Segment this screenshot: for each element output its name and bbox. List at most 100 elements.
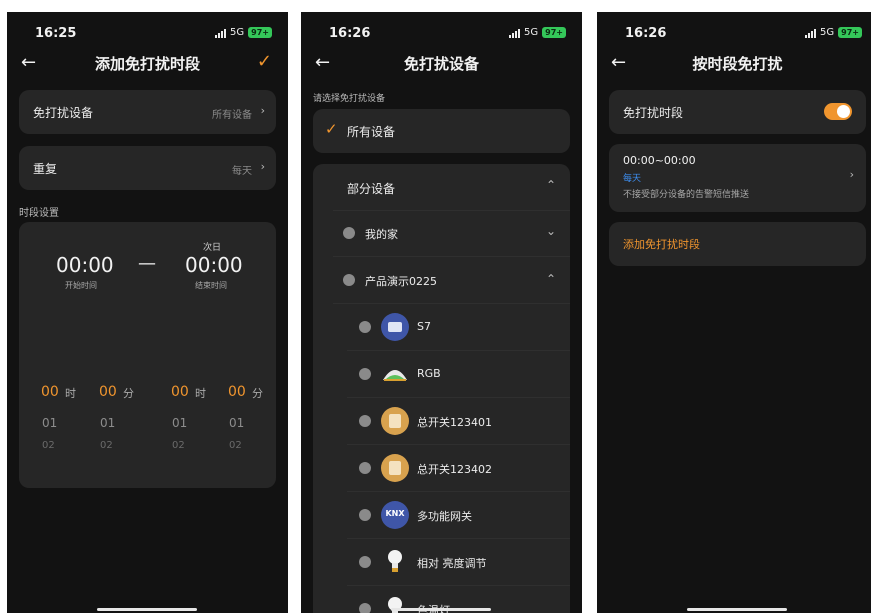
check-icon: ✓ <box>325 120 338 138</box>
time-dash: — <box>138 253 156 274</box>
partial-devices-label: 部分设备 <box>347 182 396 196</box>
dnd-device-row[interactable]: 免打扰设备 所有设备 › <box>19 90 276 134</box>
end-time[interactable]: 00:00 <box>185 253 243 277</box>
radio-icon[interactable] <box>359 603 371 613</box>
device-row-switch-123402[interactable]: 总开关123402 <box>313 445 570 491</box>
radio-icon[interactable] <box>359 415 371 427</box>
home-indicator <box>687 608 787 611</box>
picker-option[interactable]: 02 <box>42 440 55 451</box>
group-label: 我的家 <box>365 228 398 241</box>
status-time: 16:25 <box>35 26 77 41</box>
nav-bar: ← 免打扰设备 <box>301 52 582 76</box>
chevron-up-icon[interactable]: ⌃ <box>546 272 556 286</box>
battery-icon: 97+ <box>248 27 272 38</box>
device-label: RGB <box>417 367 441 380</box>
picker-start-hour[interactable]: 00 <box>41 384 59 400</box>
device-row-rgb[interactable]: RGB <box>313 351 570 397</box>
period-time: 00:00~00:00 <box>623 154 696 167</box>
all-devices-label: 所有设备 <box>347 125 396 139</box>
device-label: S7 <box>417 320 431 333</box>
device-label: 多功能网关 <box>417 510 472 523</box>
next-day-label: 次日 <box>203 243 222 253</box>
status-bar: 16:26 5G 97+ <box>597 26 871 42</box>
picker-end-minute[interactable]: 00 <box>228 384 246 400</box>
picker-unit-minute: 分 <box>123 387 134 400</box>
dnd-device-label: 免打扰设备 <box>33 106 94 120</box>
status-bar: 16:25 5G 97+ <box>7 26 288 42</box>
rgb-lamp-icon <box>381 364 409 382</box>
chevron-right-icon: › <box>849 168 854 181</box>
signal-icon <box>215 28 227 38</box>
screen-add-dnd-period: 16:25 5G 97+ ← 添加免打扰时段 ✓ 免打扰设备 所有设备 › 重复… <box>7 12 288 613</box>
period-item[interactable]: 00:00~00:00 每天 不接受部分设备的告警短信推送 › <box>609 144 866 212</box>
dnd-period-toggle-row: 免打扰时段 <box>609 90 866 134</box>
picker-unit-hour: 时 <box>65 387 76 400</box>
radio-icon[interactable] <box>343 274 355 286</box>
home-indicator <box>391 608 491 611</box>
knx-gateway-icon: KNX <box>381 501 409 529</box>
switch-icon <box>381 407 409 435</box>
picker-option[interactable]: 01 <box>172 416 187 430</box>
battery-icon: 97+ <box>838 27 862 38</box>
chevron-up-icon[interactable]: ⌃ <box>546 178 556 192</box>
dnd-device-value: 所有设备 <box>212 110 252 121</box>
nav-bar: ← 添加免打扰时段 ✓ <box>7 51 288 76</box>
dnd-toggle-switch[interactable] <box>824 103 852 120</box>
switch-icon <box>381 454 409 482</box>
group-row-product-demo[interactable]: 产品演示0225 ⌃ <box>313 257 570 303</box>
section-label: 时段设置 <box>19 208 59 219</box>
signal-icon <box>805 28 817 38</box>
select-hint: 请选择免打扰设备 <box>313 94 386 104</box>
device-row-s7[interactable]: S7 <box>313 304 570 350</box>
picker-unit-hour-end: 时 <box>195 387 206 400</box>
period-repeat: 每天 <box>623 174 642 184</box>
chevron-right-icon: › <box>260 160 265 173</box>
group-row-my-home[interactable]: 我的家 ⌄ <box>313 211 570 256</box>
picker-option[interactable]: 02 <box>172 440 185 451</box>
add-period-button[interactable]: 添加免打扰时段 <box>609 222 866 266</box>
radio-icon[interactable] <box>359 556 371 568</box>
picker-unit-minute-end: 分 <box>252 387 263 400</box>
confirm-check-icon[interactable]: ✓ <box>257 51 272 72</box>
period-description: 不接受部分设备的告警短信推送 <box>623 190 750 200</box>
page-title: 添加免打扰时段 <box>94 55 200 73</box>
picker-option[interactable]: 02 <box>229 440 242 451</box>
picker-option[interactable]: 01 <box>229 416 244 430</box>
radio-icon[interactable] <box>359 368 371 380</box>
picker-option[interactable]: 01 <box>100 416 115 430</box>
network-label: 5G <box>820 27 835 38</box>
add-period-label: 添加免打扰时段 <box>623 238 700 251</box>
chevron-down-icon[interactable]: ⌄ <box>546 224 556 238</box>
partial-devices-card: 部分设备 ⌃ 我的家 ⌄ 产品演示0225 ⌃ S7 RGB 总开关123401… <box>313 164 570 613</box>
start-time-caption: 开始时间 <box>65 281 97 290</box>
device-row-gateway[interactable]: KNX 多功能网关 <box>313 492 570 538</box>
network-label: 5G <box>230 27 245 38</box>
status-time: 16:26 <box>625 26 667 41</box>
radio-icon[interactable] <box>359 509 371 521</box>
screen-dnd-by-period: 16:26 5G 97+ ← 按时段免打扰 免打扰时段 00:00~00:00 … <box>597 12 871 613</box>
start-time[interactable]: 00:00 <box>56 253 114 277</box>
device-row-switch-123401[interactable]: 总开关123401 <box>313 398 570 444</box>
device-label: 相对 亮度调节 <box>417 557 487 570</box>
status-time: 16:26 <box>329 26 371 41</box>
battery-icon: 97+ <box>542 27 566 38</box>
group-label: 产品演示0225 <box>365 275 437 288</box>
status-bar: 16:26 5G 97+ <box>301 26 582 42</box>
radio-icon[interactable] <box>343 227 355 239</box>
all-devices-option[interactable]: ✓ 所有设备 <box>313 109 570 153</box>
picker-option[interactable]: 02 <box>100 440 113 451</box>
device-label: 总开关123401 <box>417 416 492 429</box>
chevron-right-icon: › <box>260 104 265 117</box>
network-label: 5G <box>524 27 539 38</box>
partial-devices-header[interactable]: 部分设备 ⌃ <box>313 164 570 210</box>
radio-icon[interactable] <box>359 321 371 333</box>
radio-icon[interactable] <box>359 462 371 474</box>
page-title: 按时段免打扰 <box>692 55 783 73</box>
screen-dnd-devices: 16:26 5G 97+ ← 免打扰设备 请选择免打扰设备 ✓ 所有设备 部分设… <box>301 12 582 613</box>
device-row-brightness[interactable]: 相对 亮度调节 <box>313 539 570 585</box>
repeat-row[interactable]: 重复 每天 › <box>19 146 276 190</box>
picker-option[interactable]: 01 <box>42 416 57 430</box>
picker-start-minute[interactable]: 00 <box>99 384 117 400</box>
picker-end-hour[interactable]: 00 <box>171 384 189 400</box>
toggle-label: 免打扰时段 <box>623 106 684 120</box>
